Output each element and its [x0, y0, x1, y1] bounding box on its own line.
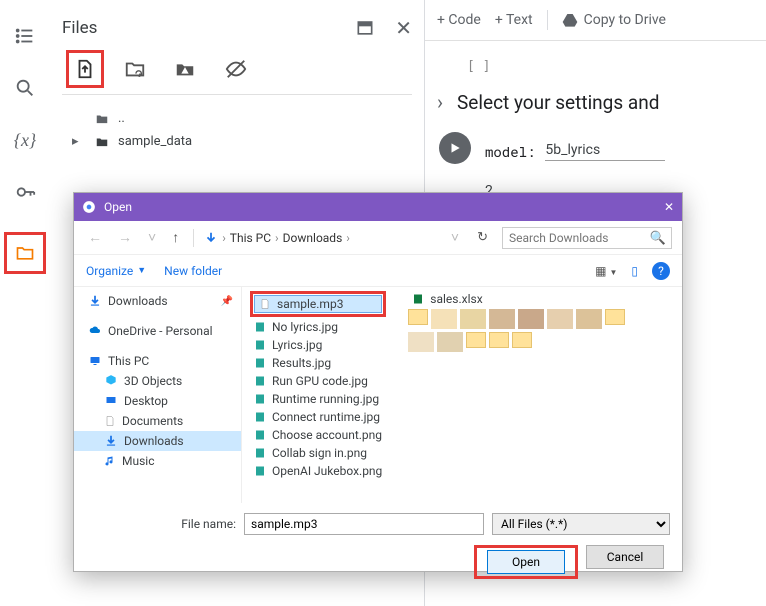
new-window-icon[interactable]: [355, 18, 375, 38]
dialog-toolbar: Organize ▼ New folder ▦ ▼ ▯ ?: [74, 255, 682, 287]
upload-icon[interactable]: [74, 58, 96, 80]
open-button-highlight: Open: [474, 545, 578, 579]
thumbnails: [408, 309, 648, 352]
thumb[interactable]: [408, 332, 434, 352]
nav-desktop[interactable]: Desktop: [74, 391, 241, 411]
file-item[interactable]: Run GPU code.jpg: [250, 373, 386, 389]
folder-thumb[interactable]: [605, 309, 625, 325]
thumb[interactable]: [547, 309, 573, 329]
refresh-icon[interactable]: ↻: [471, 230, 494, 245]
dialog-footer: File name: All Files (*.*) Open Cancel: [74, 503, 682, 589]
files-toolbar: [62, 58, 412, 80]
chevron-right-icon[interactable]: ›: [437, 90, 443, 114]
cell-header: › Select your settings and: [437, 90, 754, 114]
file-item[interactable]: Choose account.png: [250, 427, 386, 443]
organize-button[interactable]: Organize ▼: [86, 264, 146, 278]
copy-to-drive-button[interactable]: Copy to Drive: [562, 12, 666, 28]
files-title: Files: [62, 18, 97, 38]
folder-thumb[interactable]: [489, 332, 509, 348]
filename-input[interactable]: [244, 513, 484, 535]
breadcrumb[interactable]: › This PC › Downloads ›: [204, 231, 350, 245]
variables-icon[interactable]: {x}: [13, 128, 37, 152]
crumb-dropdown-icon[interactable]: ˅: [447, 229, 463, 246]
help-icon[interactable]: ?: [652, 262, 670, 280]
dialog-title: Open: [104, 200, 132, 214]
tree-parent[interactable]: ..: [62, 107, 412, 130]
add-text-button[interactable]: + Text: [495, 12, 533, 28]
file-item[interactable]: Lyrics.jpg: [250, 337, 386, 353]
search-icon-small: 🔍: [650, 231, 666, 246]
hidden-files-icon[interactable]: [224, 58, 248, 80]
model-label: model:: [485, 142, 535, 161]
thumb[interactable]: [460, 309, 486, 329]
pin-icon: 📌: [221, 296, 233, 307]
file-pane: sample.mp3 No lyrics.jpg Lyrics.jpg Resu…: [242, 287, 682, 503]
folder-thumb[interactable]: [466, 332, 486, 348]
run-cell-button[interactable]: [439, 132, 471, 164]
search-icon[interactable]: [13, 76, 37, 100]
recent-dropdown-icon[interactable]: ˅: [144, 229, 160, 246]
folder-icon[interactable]: [13, 241, 37, 265]
file-item[interactable]: OpenAI Jukebox.png: [250, 463, 386, 479]
dialog-close-icon[interactable]: ✕: [664, 200, 674, 214]
thumb[interactable]: [489, 309, 515, 329]
left-rail: {x}: [0, 0, 50, 606]
folder-thumb[interactable]: [512, 332, 532, 348]
cancel-button[interactable]: Cancel: [586, 545, 664, 569]
nav-music[interactable]: Music: [74, 451, 241, 471]
search-input[interactable]: [502, 227, 672, 249]
back-icon[interactable]: ←: [84, 229, 106, 246]
dialog-titlebar: Open ✕: [74, 193, 682, 221]
file-item[interactable]: Collab sign in.png: [250, 445, 386, 461]
open-button[interactable]: Open: [487, 550, 565, 574]
up-icon[interactable]: ↑: [168, 229, 183, 246]
nav-3d[interactable]: 3D Objects: [74, 371, 241, 391]
tree-dotdot: ..: [118, 111, 125, 126]
add-code-button[interactable]: + Code: [437, 12, 481, 28]
toc-icon[interactable]: [13, 24, 37, 48]
nav-documents[interactable]: Documents: [74, 411, 241, 431]
folder-thumb[interactable]: [408, 309, 428, 325]
nav-thispc[interactable]: This PC: [74, 351, 241, 371]
new-folder-button[interactable]: New folder: [164, 264, 222, 278]
file-item[interactable]: Connect runtime.jpg: [250, 409, 386, 425]
view-mode-icon[interactable]: ▦ ▼: [595, 264, 617, 278]
filename-label: File name:: [86, 517, 236, 531]
thumb[interactable]: [437, 332, 463, 352]
forward-icon[interactable]: →: [114, 229, 136, 246]
files-tab-highlight: [4, 232, 46, 274]
thumb[interactable]: [518, 309, 544, 329]
file-item[interactable]: Runtime running.jpg: [250, 391, 386, 407]
upload-highlight: [66, 50, 104, 88]
file-column-1: sample.mp3 No lyrics.jpg Lyrics.jpg Resu…: [250, 291, 386, 479]
preview-pane-icon[interactable]: ▯: [631, 264, 638, 278]
nav-downloads[interactable]: Downloads: [74, 431, 241, 451]
open-dialog: Open ✕ ← → ˅ ↑ › This PC › Downloads › ˅…: [73, 192, 683, 572]
chrome-icon: [82, 200, 96, 214]
filter-select[interactable]: All Files (*.*): [492, 513, 670, 535]
nav-onedrive[interactable]: OneDrive - Personal: [74, 321, 241, 341]
tree-folder[interactable]: ▸ sample_data: [62, 130, 412, 153]
mount-drive-icon[interactable]: [174, 58, 196, 80]
cell-title: Select your settings and: [457, 91, 659, 114]
file-item[interactable]: Results.jpg: [250, 355, 386, 371]
down-arrow-icon: [204, 231, 218, 245]
nav-pane: Downloads📌 OneDrive - Personal This PC 3…: [74, 287, 242, 503]
dialog-navbar: ← → ˅ ↑ › This PC › Downloads › ˅ ↻ 🔍: [74, 221, 682, 255]
nav-downloads-qa[interactable]: Downloads📌: [74, 291, 241, 311]
file-highlight: sample.mp3: [250, 291, 386, 317]
file-item-selected[interactable]: sample.mp3: [254, 295, 382, 313]
model-value[interactable]: 5b_lyrics: [545, 142, 665, 161]
file-column-2: sales.xlsx: [408, 291, 648, 479]
close-icon[interactable]: ✕: [395, 16, 412, 40]
thumb[interactable]: [576, 309, 602, 329]
notebook-toolbar: + Code + Text Copy to Drive: [425, 0, 766, 41]
secrets-icon[interactable]: [13, 180, 37, 204]
thumb[interactable]: [431, 309, 457, 329]
refresh-folder-icon[interactable]: [124, 58, 146, 80]
file-item[interactable]: sales.xlsx: [408, 291, 648, 307]
file-item[interactable]: No lyrics.jpg: [250, 319, 386, 335]
tree-folder-label: sample_data: [118, 134, 192, 149]
